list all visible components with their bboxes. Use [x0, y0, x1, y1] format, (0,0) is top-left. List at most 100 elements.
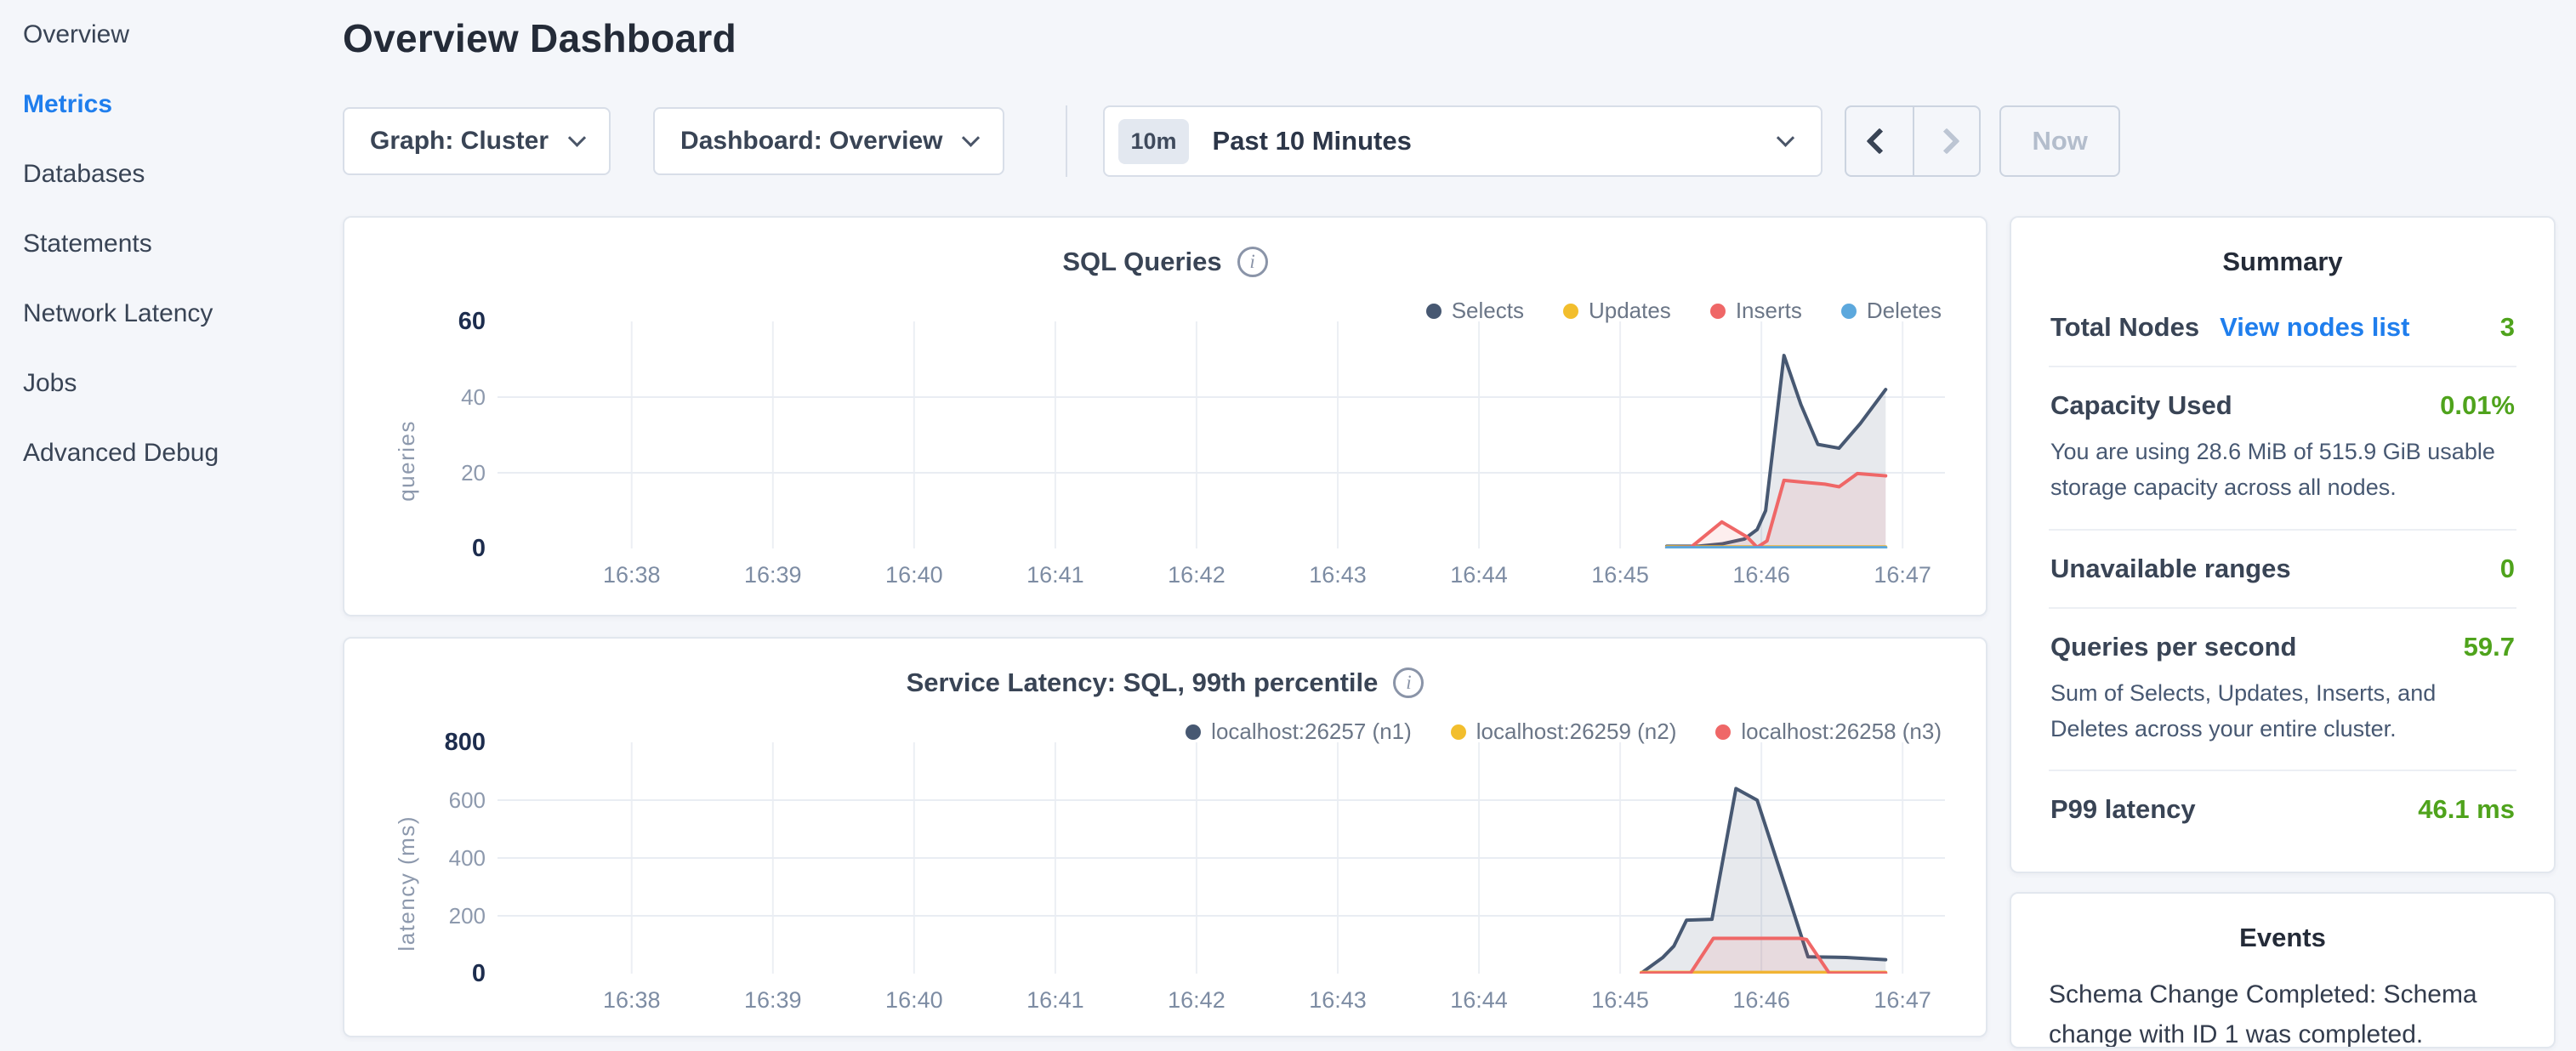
y-tick-label: 0	[472, 961, 486, 986]
events-panel: Events Schema Change Completed: Schema c…	[2010, 892, 2556, 1048]
y-tick-label: 60	[458, 309, 486, 334]
summary-row-label: Capacity Used	[2050, 390, 2232, 421]
summary-row-value: 3	[2500, 312, 2515, 343]
summary-row-total-nodes: Total Nodes View nodes list 3	[2049, 289, 2516, 366]
sidebar-item-advanced-debug[interactable]: Advanced Debug	[23, 418, 343, 488]
summary-row-value: 46.1 ms	[2418, 794, 2515, 825]
sidebar-item-statements[interactable]: Statements	[23, 209, 343, 279]
event-message: Schema Change Completed: Schema change w…	[2049, 975, 2516, 1048]
y-tick-label: 800	[445, 730, 486, 755]
x-tick-label: 16:40	[855, 562, 974, 588]
chevron-down-icon	[568, 128, 586, 146]
legend-dot	[1715, 724, 1731, 740]
chart-plot[interactable]	[498, 321, 1945, 548]
charts-column: SQL Queries i Selects Updates Inserts Delet…	[343, 216, 1987, 1037]
time-step-buttons	[1845, 105, 1981, 177]
legend-dot	[1710, 304, 1726, 319]
summary-row-value: 0	[2500, 554, 2515, 584]
chart-canvas[interactable]	[498, 742, 1945, 974]
content-grid: SQL Queries i Selects Updates Inserts Delet…	[343, 216, 2556, 1048]
summary-row-unavailable-ranges: Unavailable ranges0	[2049, 529, 2516, 607]
summary-row-p99-latency: P99 latency 46.1 ms	[2049, 770, 2516, 848]
info-icon[interactable]: i	[1237, 247, 1268, 277]
y-tick-label: 400	[449, 845, 486, 871]
plot-column: 16:3816:3916:4016:4116:4216:4316:4416:45…	[498, 321, 1945, 599]
x-tick-label: 16:43	[1278, 987, 1397, 1014]
dashboard-dropdown-label: Dashboard: Overview	[680, 127, 942, 156]
chart-title-row: SQL Queries i	[385, 247, 1945, 277]
x-tick-label: 16:46	[1702, 987, 1821, 1014]
time-range-label: Past 10 Minutes	[1213, 126, 1780, 156]
summary-rows: Total Nodes View nodes list 3 Capacity Used…	[2049, 289, 2516, 848]
legend-item-inserts: Inserts	[1710, 298, 1802, 324]
time-back-button[interactable]	[1846, 107, 1913, 175]
now-button[interactable]: Now	[1999, 105, 2119, 177]
summary-row-label: Queries per second	[2050, 632, 2296, 662]
chart-legend: Selects Updates Inserts Deletes	[1426, 298, 1942, 324]
view-nodes-list-link[interactable]: View nodes list	[2220, 312, 2409, 343]
x-tick-label: 16:41	[996, 987, 1115, 1014]
legend-item-updates: Updates	[1563, 298, 1671, 324]
x-tick-label: 16:45	[1561, 987, 1680, 1014]
x-tick-label: 16:42	[1137, 987, 1256, 1014]
legend-label: Selects	[1452, 298, 1524, 324]
legend-label: localhost:26259 (n2)	[1476, 719, 1677, 745]
sql-queries-chart-card: SQL Queries i Selects Updates Inserts Delet…	[343, 216, 1987, 616]
page-title: Overview Dashboard	[343, 15, 2556, 61]
x-tick-label: 16:44	[1419, 562, 1538, 588]
y-axis-title: queries	[385, 321, 428, 599]
legend-label: Updates	[1589, 298, 1671, 324]
time-forward-button[interactable]	[1913, 107, 1979, 175]
y-tick-label: 200	[449, 903, 486, 929]
summary-row-label: Total Nodes	[2050, 312, 2199, 343]
x-axis-ticks: 16:3816:3916:4016:4116:4216:4316:4416:45…	[498, 987, 1945, 1025]
sidebar-item-network-latency[interactable]: Network Latency	[23, 279, 343, 349]
y-axis-ticks: 0200400600800	[428, 742, 498, 1025]
graph-dropdown[interactable]: Graph: Cluster	[343, 107, 611, 175]
summary-title: Summary	[2049, 247, 2516, 277]
legend-dot	[1426, 304, 1442, 319]
sidebar: OverviewMetricsDatabasesStatementsNetwor…	[0, 0, 343, 1051]
y-tick-label: 40	[461, 384, 486, 410]
legend-item-deletes: Deletes	[1841, 298, 1942, 324]
legend-label: Deletes	[1867, 298, 1942, 324]
x-tick-label: 16:43	[1278, 562, 1397, 588]
time-range-dropdown[interactable]: 10m Past 10 Minutes	[1103, 105, 1823, 177]
legend-dot	[1563, 304, 1578, 319]
controls-divider	[1066, 105, 1067, 177]
sidebar-item-overview[interactable]: Overview	[23, 0, 343, 70]
legend-item-localhost-26257-n1: localhost:26257 (n1)	[1186, 719, 1412, 745]
legend-item-selects: Selects	[1426, 298, 1524, 324]
chart-canvas[interactable]	[498, 321, 1945, 548]
sidebar-item-jobs[interactable]: Jobs	[23, 349, 343, 418]
sidebar-item-databases[interactable]: Databases	[23, 139, 343, 209]
info-icon[interactable]: i	[1393, 668, 1424, 698]
summary-row-label: P99 latency	[2050, 794, 2196, 825]
events-title: Events	[2049, 923, 2516, 953]
dashboard-dropdown[interactable]: Dashboard: Overview	[653, 107, 1004, 175]
x-tick-label: 16:39	[714, 562, 833, 588]
chart-title: SQL Queries	[1062, 247, 1221, 277]
service-latency-chart-card: Service Latency: SQL, 99th percentile i …	[343, 637, 1987, 1037]
sidebar-nav-list: OverviewMetricsDatabasesStatementsNetwor…	[23, 0, 343, 488]
summary-row-capacity-used: Capacity Used0.01%You are using 28.6 MiB…	[2049, 366, 2516, 529]
graph-dropdown-label: Graph: Cluster	[370, 127, 549, 156]
legend-item-localhost-26259-n2: localhost:26259 (n2)	[1451, 719, 1677, 745]
y-tick-label: 600	[449, 787, 486, 813]
x-tick-label: 16:45	[1561, 562, 1680, 588]
x-tick-label: 16:46	[1702, 562, 1821, 588]
chevron-right-icon	[1934, 128, 1960, 154]
chevron-down-icon	[962, 128, 980, 146]
x-tick-label: 16:42	[1137, 562, 1256, 588]
legend-label: Inserts	[1736, 298, 1802, 324]
chart-plot[interactable]	[498, 742, 1945, 974]
chart-area: latency (ms) 0200400600800 16:3816:3916:…	[385, 742, 1945, 1025]
plot-column: 16:3816:3916:4016:4116:4216:4316:4416:45…	[498, 742, 1945, 1025]
x-tick-label: 16:38	[572, 562, 691, 588]
y-axis-title: latency (ms)	[385, 742, 428, 1025]
sidebar-item-metrics[interactable]: Metrics	[23, 70, 343, 139]
summary-row-description: You are using 28.6 MiB of 515.9 GiB usab…	[2050, 435, 2515, 506]
controls-bar: Graph: Cluster Dashboard: Overview 10m P…	[343, 105, 2556, 177]
x-axis-ticks: 16:3816:3916:4016:4116:4216:4316:4416:45…	[498, 562, 1945, 599]
x-tick-label: 16:39	[714, 987, 833, 1014]
